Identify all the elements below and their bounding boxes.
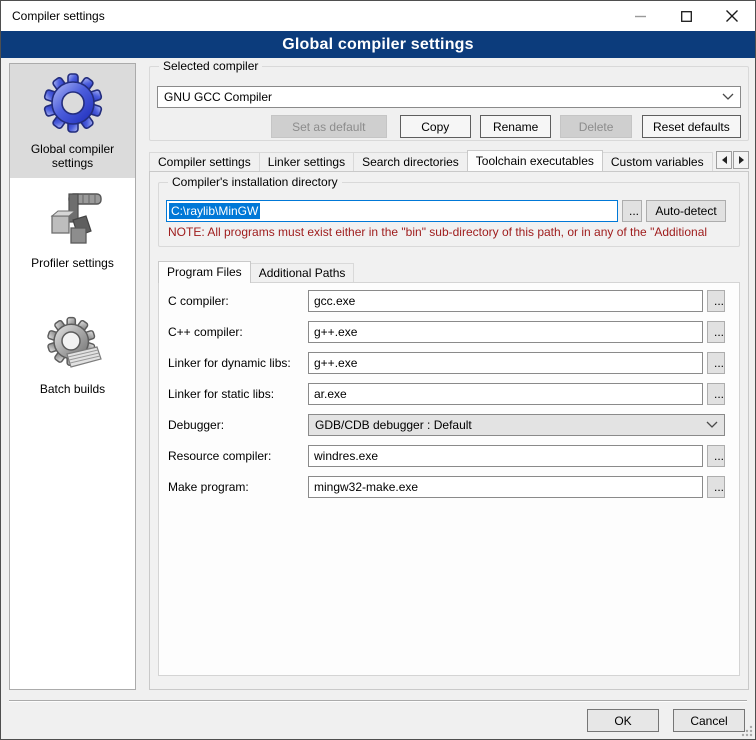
set-as-default-button[interactable]: Set as default: [271, 115, 387, 138]
tab-additional-paths[interactable]: Additional Paths: [250, 263, 355, 282]
arrow-left-icon: [722, 156, 727, 164]
sidebar-item-global-compiler-settings[interactable]: Global compiler settings: [10, 64, 135, 178]
dialog-banner: Global compiler settings: [1, 31, 755, 58]
field-row-cpp-compiler: C++ compiler: ...: [168, 321, 739, 343]
installation-directory-value: C:\raylib\MinGW: [169, 203, 260, 219]
installation-directory-label: Compiler's installation directory: [168, 175, 342, 189]
tab-scroll-right-button[interactable]: [733, 151, 749, 169]
footer-divider: [9, 700, 747, 702]
sidebar-item-label: Profiler settings: [12, 256, 133, 270]
main-panel: Selected compiler GNU GCC Compiler Set a…: [149, 63, 749, 690]
tab-compiler-settings[interactable]: Compiler settings: [149, 152, 260, 171]
copy-button[interactable]: Copy: [400, 115, 471, 138]
resource-compiler-browse-button[interactable]: ...: [707, 445, 725, 467]
linker-static-input[interactable]: [308, 383, 703, 405]
bin-subdirectory-note: NOTE: All programs must exist either in …: [168, 225, 730, 239]
field-row-c-compiler: C compiler: ...: [168, 290, 739, 312]
linker-dynamic-label: Linker for dynamic libs:: [168, 356, 308, 370]
maximize-button[interactable]: [663, 1, 709, 31]
selected-compiler-label: Selected compiler: [159, 59, 262, 73]
toolchain-executables-page: Compiler's installation directory C:\ray…: [149, 171, 749, 690]
tab-scroll-left-button[interactable]: [716, 151, 732, 169]
gray-gear-stack-icon: [41, 312, 105, 376]
cpp-compiler-input[interactable]: [308, 321, 703, 343]
tab-linker-settings[interactable]: Linker settings: [259, 152, 354, 171]
debugger-select[interactable]: GDB/CDB debugger : Default: [308, 414, 725, 436]
installation-directory-group: Compiler's installation directory C:\ray…: [158, 182, 740, 247]
c-compiler-input[interactable]: [308, 290, 703, 312]
settings-tabstrip: Compiler settings Linker settings Search…: [149, 149, 749, 171]
blue-gear-icon: [41, 72, 105, 136]
field-row-make-program: Make program: ...: [168, 476, 739, 498]
compiler-buttons-row: Set as default Copy Rename Delete Reset …: [271, 115, 741, 138]
dialog-body: Global compiler settings Profiler settin…: [1, 58, 755, 739]
close-button[interactable]: [709, 1, 755, 31]
settings-category-list: Global compiler settings Profiler settin…: [9, 63, 136, 690]
linker-dynamic-input[interactable]: [308, 352, 703, 374]
selected-compiler-group: Selected compiler GNU GCC Compiler Set a…: [149, 66, 749, 141]
sidebar-item-label: Batch builds: [12, 382, 133, 396]
program-files-page: C compiler: ... C++ compiler: ... Linker…: [158, 282, 740, 676]
banner-title: Global compiler settings: [282, 36, 474, 54]
tab-custom-variables[interactable]: Custom variables: [602, 152, 713, 171]
make-program-input[interactable]: [308, 476, 703, 498]
reset-defaults-button[interactable]: Reset defaults: [642, 115, 741, 138]
field-row-linker-static: Linker for static libs: ...: [168, 383, 739, 405]
sidebar-item-batch-builds[interactable]: Batch builds: [10, 304, 135, 404]
minimize-icon: [635, 11, 646, 22]
resize-grip[interactable]: [741, 725, 753, 737]
close-icon: [726, 10, 738, 22]
program-files-tabstrip: Program Files Additional Paths: [158, 260, 740, 282]
field-row-resource-compiler: Resource compiler: ...: [168, 445, 739, 467]
cpp-compiler-browse-button[interactable]: ...: [707, 321, 725, 343]
cpp-compiler-label: C++ compiler:: [168, 325, 308, 339]
resource-compiler-label: Resource compiler:: [168, 449, 308, 463]
linker-static-label: Linker for static libs:: [168, 387, 308, 401]
ok-button[interactable]: OK: [587, 709, 659, 732]
field-row-linker-dynamic: Linker for dynamic libs: ...: [168, 352, 739, 374]
caliper-icon: [41, 186, 105, 250]
browse-directory-button[interactable]: ...: [622, 200, 642, 222]
cancel-button[interactable]: Cancel: [673, 709, 745, 732]
installation-directory-row: C:\raylib\MinGW ... Auto-detect: [166, 200, 732, 222]
debugger-select-value: GDB/CDB debugger : Default: [315, 418, 706, 432]
compiler-select[interactable]: GNU GCC Compiler: [157, 86, 741, 108]
c-compiler-label: C compiler:: [168, 294, 308, 308]
chevron-down-icon: [722, 93, 734, 101]
tab-program-files[interactable]: Program Files: [158, 261, 251, 283]
arrow-right-icon: [739, 156, 744, 164]
sidebar-item-label: Global compiler settings: [12, 142, 133, 170]
tab-scroll-arrows: [713, 151, 749, 169]
rename-button[interactable]: Rename: [480, 115, 551, 138]
delete-button[interactable]: Delete: [560, 115, 631, 138]
debugger-label: Debugger:: [168, 418, 308, 432]
c-compiler-browse-button[interactable]: ...: [707, 290, 725, 312]
sidebar-item-profiler-settings[interactable]: Profiler settings: [10, 178, 135, 278]
compiler-settings-dialog: Compiler settings Global compiler settin…: [0, 0, 756, 740]
maximize-icon: [681, 11, 692, 22]
resource-compiler-input[interactable]: [308, 445, 703, 467]
installation-directory-input[interactable]: C:\raylib\MinGW: [166, 200, 618, 222]
minimize-button[interactable]: [617, 1, 663, 31]
chevron-down-icon: [706, 421, 718, 429]
window-title: Compiler settings: [1, 9, 617, 23]
tab-toolchain-executables[interactable]: Toolchain executables: [467, 150, 603, 171]
auto-detect-button[interactable]: Auto-detect: [646, 200, 726, 222]
titlebar: Compiler settings: [1, 1, 755, 31]
linker-dynamic-browse-button[interactable]: ...: [707, 352, 725, 374]
field-row-debugger: Debugger: GDB/CDB debugger : Default: [168, 414, 739, 436]
tab-search-directories[interactable]: Search directories: [353, 152, 468, 171]
make-program-browse-button[interactable]: ...: [707, 476, 725, 498]
compiler-select-value: GNU GCC Compiler: [164, 90, 722, 104]
footer-buttons: OK Cancel: [587, 709, 745, 732]
linker-static-browse-button[interactable]: ...: [707, 383, 725, 405]
make-program-label: Make program:: [168, 480, 308, 494]
